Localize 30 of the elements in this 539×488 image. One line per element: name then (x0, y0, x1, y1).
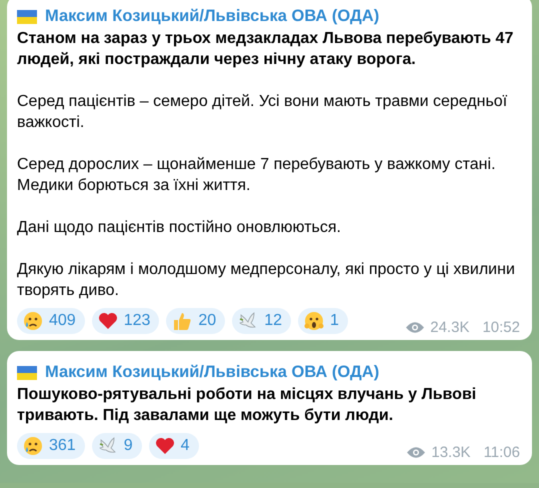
message-time: 11:06 (484, 444, 520, 461)
screaming-face-icon (304, 311, 324, 331)
reaction-button[interactable]: 9 (92, 433, 142, 459)
eye-icon (406, 446, 426, 459)
crying-face-icon (23, 436, 43, 456)
flag-icon (17, 366, 37, 380)
message-text: Серед дорослих – щонайменше 7 перебувають у важкому стані. Медики борються за їхні життя. (17, 155, 497, 196)
sender-name[interactable]: Максим Козицький/Львівська ОВА (ОДА) (45, 363, 380, 382)
view-count: 13.3K (431, 444, 471, 461)
view-count: 24.3K (430, 319, 470, 336)
flag-icon (17, 10, 37, 24)
sender-name[interactable]: Максим Козицький/Львівська ОВА (ОДА) (45, 7, 380, 26)
reaction-button[interactable]: 4 (148, 433, 199, 459)
message-text: Пошуково-рятувальні роботи на місцях влучань у Львові тривають. Під завалами ще можуть бути люди. (17, 385, 478, 426)
thumbs-up-icon (172, 311, 192, 331)
eye-icon (405, 321, 426, 334)
reaction-button[interactable]: 20 (166, 308, 226, 334)
message-text: Серед пацієнтів – семеро дітей. Усі вони мають травми середньої важкості. (17, 92, 508, 133)
message-time: 10:52 (482, 319, 520, 336)
message-text: Дані щодо пацієнтів постійно оновлюються. (17, 218, 342, 238)
reaction-button[interactable]: 361 (17, 433, 85, 459)
message-text: Станом на зараз у трьох медзакладах Львова перебувають 47 людей, які постраждали через нічну атаку ворога. (17, 29, 514, 70)
reaction-button[interactable]: 123 (92, 308, 160, 334)
crying-face-icon (23, 311, 43, 331)
reaction-button[interactable]: 409 (17, 308, 85, 334)
heart-icon (154, 437, 175, 455)
heart-icon (98, 312, 118, 330)
message-text: Дякую лікарям і молодшому медперсоналу, які просто у ці хвилини творять диво. (17, 260, 516, 301)
reaction-button[interactable]: 1 (298, 308, 348, 334)
reaction-button[interactable]: 12 (232, 308, 291, 334)
